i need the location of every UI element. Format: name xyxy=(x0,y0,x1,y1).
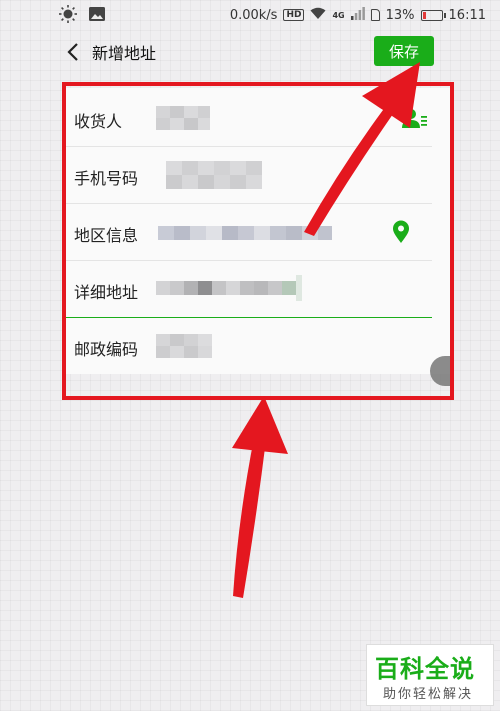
wifi-icon xyxy=(310,7,326,24)
status-right: 0.00k/s HD 4G 13% 16:11 xyxy=(229,6,486,24)
sim-icon xyxy=(370,9,380,21)
watermark-subtitle: 助你轻松解决 xyxy=(383,687,474,702)
battery-icon xyxy=(420,9,446,21)
save-button[interactable]: 保存 xyxy=(374,36,434,66)
clock: 16:11 xyxy=(448,7,486,23)
status-left xyxy=(58,4,106,28)
header: 新增地址 保存 xyxy=(0,30,500,74)
image-icon xyxy=(88,5,106,27)
watermark-logo: 百科全说 助你轻松解决 xyxy=(366,644,494,706)
status-bar: 0.00k/s HD 4G 13% 16:11 xyxy=(0,0,500,30)
sun-icon xyxy=(58,4,78,28)
arrow-to-form-frame xyxy=(232,396,288,598)
signal-icon xyxy=(350,6,365,24)
back-icon[interactable] xyxy=(62,38,84,66)
page-title: 新增地址 xyxy=(92,44,157,63)
watermark-title: 百科全说 xyxy=(375,655,475,683)
network-type: 4G xyxy=(332,10,345,20)
battery-percent: 13% xyxy=(385,7,415,23)
hd-badge: HD xyxy=(283,9,305,21)
highlight-frame xyxy=(62,82,454,400)
network-speed: 0.00k/s xyxy=(229,7,278,23)
